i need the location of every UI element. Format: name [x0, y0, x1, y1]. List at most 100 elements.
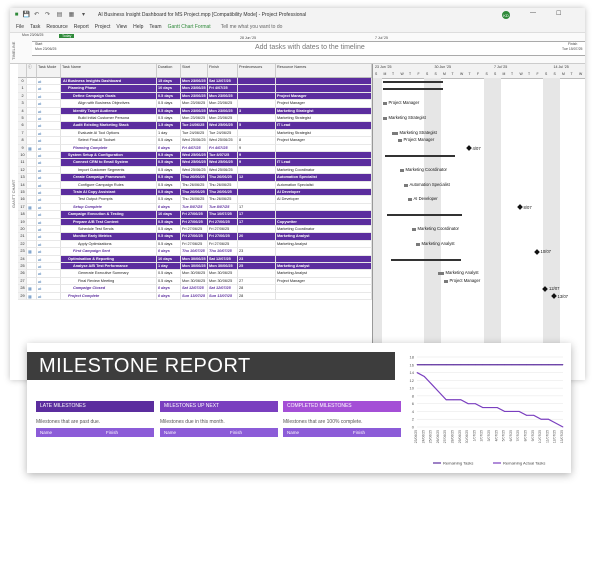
- duration-cell[interactable]: 0.5 days: [157, 100, 181, 108]
- duration-cell[interactable]: 0.5 days: [157, 218, 181, 226]
- task-name-cell[interactable]: Final Review Meeting: [61, 277, 157, 286]
- table-row[interactable]: 2 ⇌ Define Campaign Goals 0.5 days Mon 23/06…: [18, 92, 372, 101]
- predecessors-cell[interactable]: 17: [238, 211, 276, 219]
- start-cell[interactable]: Tue 24/06/25: [181, 129, 208, 138]
- column-header-2[interactable]: Task Mode: [37, 64, 61, 78]
- duration-cell[interactable]: 9.5 days: [157, 152, 181, 160]
- task-mode-cell[interactable]: ⇌: [37, 100, 61, 108]
- start-cell[interactable]: Mon 23/06/25: [181, 115, 208, 123]
- resource-names-cell[interactable]: Project Manager: [276, 92, 372, 101]
- predecessors-cell[interactable]: 28: [238, 285, 276, 293]
- duration-cell[interactable]: 0.5 days: [157, 277, 181, 286]
- resource-names-cell[interactable]: Automation Specialist: [276, 174, 372, 182]
- row-id-cell[interactable]: 4: [18, 107, 27, 115]
- start-cell[interactable]: Mon 30/06/25: [181, 255, 208, 263]
- predecessors-cell[interactable]: [238, 196, 276, 204]
- table-row[interactable]: 11 ⇌ Connect CRM to Email System 0.5 days We…: [18, 159, 372, 167]
- duration-cell[interactable]: 0 days: [157, 248, 181, 256]
- finish-cell[interactable]: Wed 25/06/25: [208, 137, 238, 145]
- predecessors-cell[interactable]: 27: [238, 277, 276, 286]
- column-header-5[interactable]: Start: [181, 64, 208, 78]
- finish-cell[interactable]: Tue 8/07/25: [208, 203, 238, 212]
- predecessors-cell[interactable]: 17: [238, 203, 276, 212]
- task-bar[interactable]: [411, 228, 416, 231]
- view-selector-icon[interactable]: ▦: [68, 11, 75, 18]
- finish-cell[interactable]: Mon 23/06/25: [208, 107, 238, 115]
- menu-tell-me-what-you-want-to-do[interactable]: Tell me what you want to do: [221, 24, 283, 30]
- finish-cell[interactable]: Fri 27/06/25: [208, 240, 238, 249]
- indicator-cell[interactable]: [27, 218, 37, 226]
- column-header-1[interactable]: ⓘ: [27, 64, 37, 78]
- menu-file[interactable]: File: [16, 24, 24, 30]
- finish-cell[interactable]: Tue 24/06/25: [208, 129, 238, 138]
- start-cell[interactable]: Sun 13/07/25: [181, 292, 208, 300]
- row-id-cell[interactable]: 16: [18, 196, 27, 204]
- indicator-cell[interactable]: [27, 100, 37, 108]
- resource-names-cell[interactable]: [276, 203, 372, 212]
- predecessors-cell[interactable]: 25: [238, 263, 276, 271]
- gantt-chart-area[interactable]: 23 Jun '25 30 Jun '25 7 Jul '25 14 Jul '25 S…: [373, 64, 585, 380]
- task-name-cell[interactable]: Align with Business Objectives: [61, 100, 157, 108]
- predecessors-cell[interactable]: 9: [238, 159, 276, 167]
- row-id-cell[interactable]: 18: [18, 211, 27, 219]
- task-mode-cell[interactable]: ⇌: [37, 196, 61, 204]
- task-name-cell[interactable]: Train AI Copy Assistant: [61, 189, 157, 197]
- resource-names-cell[interactable]: Marketing Strategist: [276, 129, 372, 138]
- start-cell[interactable]: Tue 24/06/25: [181, 122, 208, 130]
- table-row[interactable]: 13 ⇌ Create Campaign Framework 0.5 days Thu …: [18, 174, 372, 182]
- row-id-cell[interactable]: 26: [18, 270, 27, 278]
- predecessors-cell[interactable]: 8: [238, 137, 276, 145]
- task-mode-cell[interactable]: ⇌: [37, 277, 61, 286]
- duration-cell[interactable]: 10 days: [157, 85, 181, 93]
- table-row[interactable]: 9 ▦ ⇌ Planning Complete 0 days Fri 4/07/25 Fri…: [18, 144, 372, 152]
- duration-cell[interactable]: 15 days: [157, 78, 181, 86]
- task-mode-cell[interactable]: ⇌: [37, 78, 61, 86]
- start-cell[interactable]: Wed 25/06/25: [181, 166, 208, 175]
- start-cell[interactable]: Mon 23/06/25: [181, 100, 208, 108]
- task-name-cell[interactable]: Monitor Early Metrics: [61, 233, 157, 241]
- row-id-cell[interactable]: 19: [18, 218, 27, 226]
- row-id-cell[interactable]: 10: [18, 152, 27, 160]
- row-id-cell[interactable]: 14: [18, 181, 27, 189]
- start-cell[interactable]: Fri 27/06/25: [181, 218, 208, 226]
- summary-bar[interactable]: [382, 88, 443, 91]
- predecessors-cell[interactable]: 5: [238, 122, 276, 130]
- table-row[interactable]: 19 ⇌ Prepare A/B Test Content 0.5 days Fri 2…: [18, 218, 372, 226]
- resource-names-cell[interactable]: IT Lead: [276, 159, 372, 167]
- predecessors-cell[interactable]: [238, 85, 276, 93]
- predecessors-cell[interactable]: [238, 129, 276, 138]
- menu-resource[interactable]: Resource: [46, 24, 67, 30]
- finish-cell[interactable]: Mon 23/06/25: [208, 115, 238, 123]
- resource-names-cell[interactable]: [276, 285, 372, 293]
- task-mode-cell[interactable]: ⇌: [37, 233, 61, 241]
- row-id-cell[interactable]: 11: [18, 159, 27, 167]
- row-id-cell[interactable]: 23: [18, 248, 27, 256]
- maximize-icon[interactable]: ☐: [556, 10, 561, 17]
- redo-icon[interactable]: ↷: [44, 11, 51, 18]
- task-name-cell[interactable]: System Setup & Configuration: [61, 152, 157, 160]
- row-id-cell[interactable]: 15: [18, 189, 27, 197]
- row-id-cell[interactable]: 2: [18, 92, 27, 101]
- resource-names-cell[interactable]: Marketing Analyst: [276, 233, 372, 241]
- indicator-cell[interactable]: [27, 240, 37, 249]
- resource-names-cell[interactable]: Marketing Coordinator: [276, 166, 372, 175]
- finish-cell[interactable]: Sat 12/07/25: [208, 255, 238, 263]
- table-row[interactable]: 3 ⇌ Align with Business Objectives 0.5 days…: [18, 100, 372, 108]
- resource-names-cell[interactable]: [276, 292, 372, 300]
- predecessors-cell[interactable]: 12: [238, 174, 276, 182]
- start-cell[interactable]: Thu 26/06/25: [181, 189, 208, 197]
- start-cell[interactable]: Wed 25/06/25: [181, 159, 208, 167]
- task-name-cell[interactable]: Create Campaign Framework: [61, 174, 157, 182]
- save-icon[interactable]: 💾: [23, 11, 30, 18]
- row-id-cell[interactable]: 5: [18, 115, 27, 123]
- indicator-cell[interactable]: [27, 181, 37, 189]
- indicator-cell[interactable]: [27, 189, 37, 197]
- task-name-cell[interactable]: Planning Phase: [61, 85, 157, 93]
- task-mode-cell[interactable]: ⇌: [37, 159, 61, 167]
- indicator-cell[interactable]: [27, 78, 37, 86]
- indicator-cell[interactable]: [27, 159, 37, 167]
- table-row[interactable]: 7 ⇌ Evaluate AI Tool Options 1 day Tue 24/06…: [18, 129, 372, 138]
- duration-cell[interactable]: 0 days: [157, 203, 181, 212]
- finish-cell[interactable]: Mon 30/06/25: [208, 270, 238, 278]
- start-cell[interactable]: Mon 23/06/25: [181, 92, 208, 101]
